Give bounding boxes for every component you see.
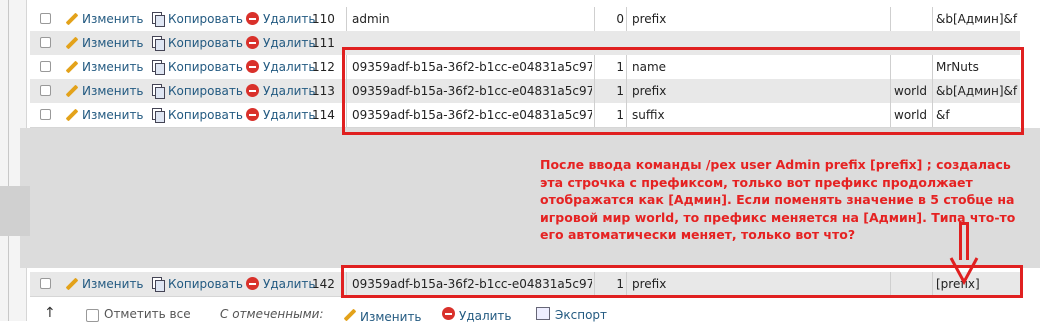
cell-value: &b[Админ]&f	[936, 12, 1018, 26]
cell-id: 114	[312, 108, 335, 122]
cell-type: 0	[616, 12, 624, 26]
cell-id: 113	[312, 84, 335, 98]
delete-link[interactable]: Удалить	[246, 55, 316, 79]
delete-icon	[246, 277, 259, 290]
edit-link[interactable]: Изменить	[64, 79, 144, 103]
cell-id: 142	[312, 277, 335, 291]
row-checkbox[interactable]	[40, 278, 51, 289]
row-checkbox[interactable]	[40, 13, 51, 24]
delete-link[interactable]: Удалить	[246, 272, 316, 296]
pencil-icon	[64, 83, 78, 97]
edit-link[interactable]: Изменить	[64, 55, 144, 79]
edit-link[interactable]: Изменить	[64, 31, 144, 55]
pencil-icon	[64, 107, 78, 121]
row-checkbox[interactable]	[40, 85, 51, 96]
row-checkbox[interactable]	[40, 61, 51, 72]
table-row: Изменить Копировать Удалить 110 admin 0 …	[30, 7, 1020, 32]
copy-link[interactable]: Копировать	[150, 79, 243, 103]
annotation-text: После ввода команды /pex user Admin pref…	[540, 157, 1016, 242]
copy-icon	[150, 35, 165, 51]
delete-link[interactable]: Удалить	[246, 79, 316, 103]
copy-icon	[150, 107, 165, 123]
cell-world	[894, 7, 930, 31]
export-icon	[536, 307, 550, 320]
delete-icon	[246, 84, 259, 97]
copy-link[interactable]: Копировать	[150, 7, 243, 31]
cell-id: 112	[312, 60, 335, 74]
highlight-box-new-row	[341, 265, 1023, 298]
pencil-icon	[64, 11, 78, 25]
cell-name: admin	[352, 12, 390, 26]
pencil-icon	[64, 59, 78, 73]
cell-permission: prefix	[632, 12, 667, 26]
delete-icon	[442, 307, 455, 320]
copy-link[interactable]: Копировать	[150, 103, 243, 127]
delete-link[interactable]: Удалить	[246, 103, 316, 127]
copy-icon	[150, 83, 165, 99]
row-checkbox[interactable]	[40, 37, 51, 48]
delete-icon	[246, 60, 259, 73]
table-footer: ↑ Отметить все С отмеченными: Изменить У…	[30, 305, 1020, 325]
copy-link[interactable]: Копировать	[150, 55, 243, 79]
copy-icon	[150, 276, 165, 292]
delete-icon	[246, 108, 259, 121]
copy-icon	[150, 59, 165, 75]
delete-icon	[246, 12, 259, 25]
delete-link[interactable]: Удалить	[246, 31, 316, 55]
pencil-icon	[342, 307, 356, 321]
footer-export-button[interactable]: Экспорт	[536, 307, 607, 322]
arrow-up-icon: ↑	[44, 305, 56, 321]
screenshot-gap-edge	[0, 186, 30, 236]
edit-link[interactable]: Изменить	[64, 103, 144, 127]
row-checkbox[interactable]	[40, 109, 51, 120]
check-all-checkbox[interactable]	[86, 309, 99, 322]
cell-id: 110	[312, 12, 335, 26]
left-panel-divider	[8, 0, 9, 321]
highlight-box-rows	[342, 47, 1024, 135]
pencil-icon	[64, 276, 78, 290]
arrow-down-icon	[949, 257, 979, 286]
copy-icon	[150, 11, 165, 27]
copy-link[interactable]: Копировать	[150, 31, 243, 55]
pencil-icon	[64, 35, 78, 49]
cell-id: 111	[312, 36, 335, 50]
edit-link[interactable]: Изменить	[64, 7, 144, 31]
delete-link[interactable]: Удалить	[246, 7, 316, 31]
with-selected-label: С отмеченными:	[220, 307, 324, 321]
delete-icon	[246, 36, 259, 49]
copy-link[interactable]: Копировать	[150, 272, 243, 296]
footer-edit-button[interactable]: Изменить	[342, 307, 422, 324]
edit-link[interactable]: Изменить	[64, 272, 144, 296]
check-all-label[interactable]: Отметить все	[104, 307, 191, 321]
